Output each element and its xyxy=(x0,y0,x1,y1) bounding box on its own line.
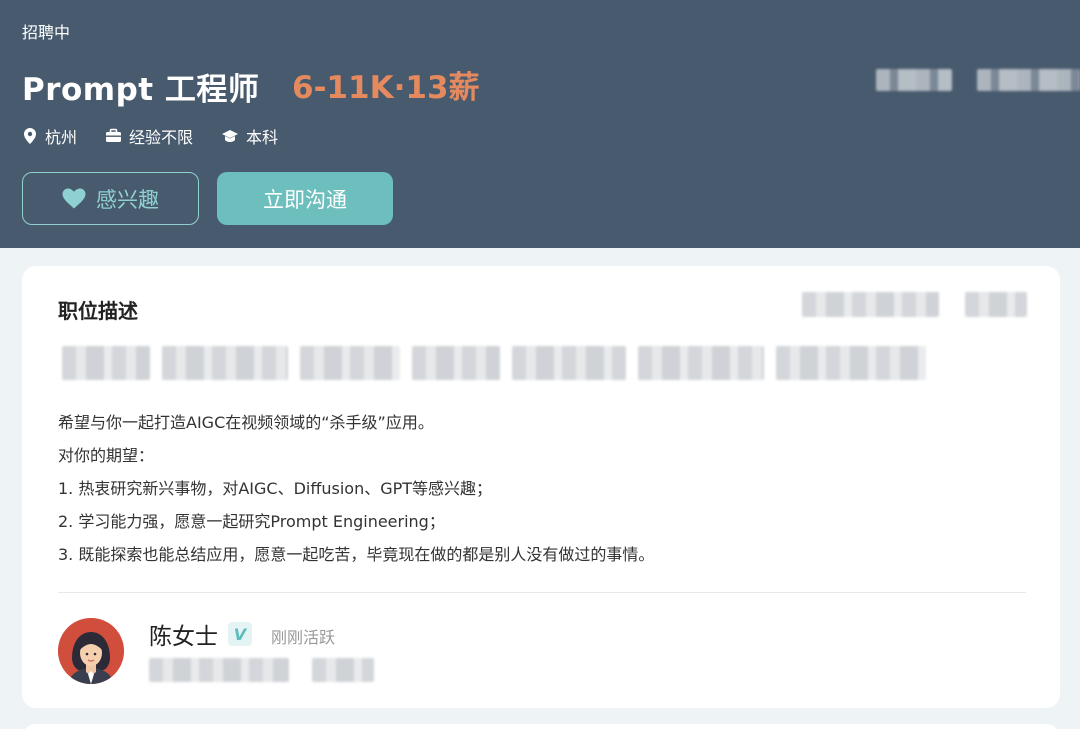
location-item: 杭州 xyxy=(22,124,77,148)
chat-label: 立即沟通 xyxy=(263,187,347,212)
job-title: Prompt 工程师 xyxy=(22,72,260,108)
verified-badge: V xyxy=(228,622,252,646)
redacted-company-info-2 xyxy=(977,69,1080,91)
redacted-recruiter-info-2 xyxy=(312,658,374,682)
next-card xyxy=(22,724,1060,729)
recruiter-name: 陈女士 xyxy=(149,624,218,650)
salary-range: 6-11K·13薪 xyxy=(292,70,480,106)
description-line: 1. 热衷研究新兴事物，对AIGC、Diffusion、GPT等感兴趣； xyxy=(58,479,493,498)
status-label: 招聘中 xyxy=(22,23,71,42)
chat-button[interactable]: 立即沟通 xyxy=(217,172,393,225)
section-divider xyxy=(58,592,1026,593)
redacted-tag-2 xyxy=(162,346,288,380)
graduation-cap-icon xyxy=(222,130,239,142)
redacted-company-info xyxy=(876,69,952,91)
location-icon xyxy=(24,128,36,144)
education-item: 本科 xyxy=(221,124,278,148)
description-line: 2. 学习能力强，愿意一起研究Prompt Engineering； xyxy=(58,512,445,531)
heart-icon xyxy=(62,188,86,209)
redacted-tag-4 xyxy=(412,346,500,380)
description-line: 对你的期望： xyxy=(58,446,155,465)
description-line: 希望与你一起打造AIGC在视频领域的“杀手级”应用。 xyxy=(58,413,434,432)
description-line: 3. 既能探索也能总结应用，愿意一起吃苦，毕竟现在做的都是别人没有做过的事情。 xyxy=(58,545,655,564)
redacted-tag-5 xyxy=(512,346,626,380)
interest-button[interactable]: 感兴趣 xyxy=(22,172,199,225)
redacted-header-info xyxy=(802,292,939,317)
experience-item: 经验不限 xyxy=(105,124,193,148)
avatar-illustration xyxy=(58,618,124,684)
job-meta: 杭州 经验不限 本科 xyxy=(22,124,306,148)
recruiter-avatar[interactable] xyxy=(58,618,124,684)
redacted-tag-6 xyxy=(638,346,764,380)
job-description-card: 职位描述 希望与你一起打造AIGC在视频领域的“杀手级”应用。 对你的期望： 1… xyxy=(22,266,1060,708)
redacted-recruiter-info xyxy=(149,658,289,682)
redacted-tag-7 xyxy=(776,346,926,380)
education-label: 本科 xyxy=(246,128,279,147)
job-description: 希望与你一起打造AIGC在视频领域的“杀手级”应用。 对你的期望： 1. 热衷研… xyxy=(58,406,654,571)
briefcase-icon xyxy=(106,128,122,142)
redacted-header-info-2 xyxy=(965,292,1027,317)
job-header: 招聘中 Prompt 工程师 6-11K·13薪 杭州 经验不限 本科 感兴趣 … xyxy=(0,0,1080,248)
redacted-tag-1 xyxy=(62,346,150,380)
location-label: 杭州 xyxy=(45,128,78,147)
card-title: 职位描述 xyxy=(58,299,138,323)
active-status: 刚刚活跃 xyxy=(271,628,336,647)
redacted-tag-3 xyxy=(300,346,400,380)
interest-label: 感兴趣 xyxy=(96,187,159,212)
experience-label: 经验不限 xyxy=(129,128,194,147)
